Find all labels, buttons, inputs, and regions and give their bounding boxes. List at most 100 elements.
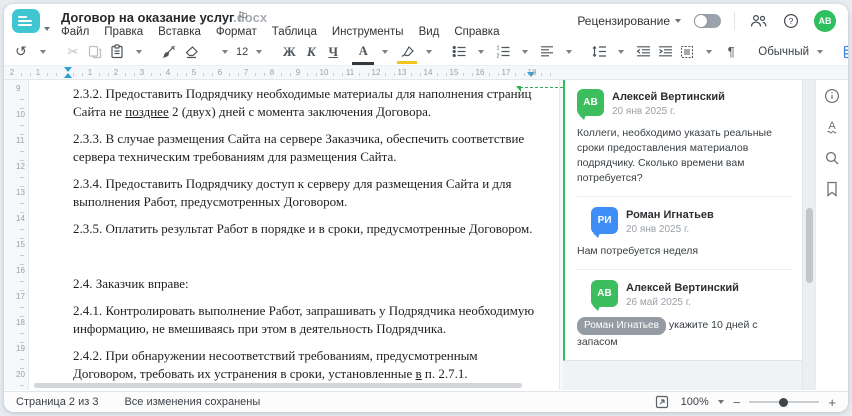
copy-button[interactable] — [85, 41, 105, 63]
menu-item-table[interactable]: Таблица — [272, 26, 317, 38]
comment-date: 26 май 2025 г. — [626, 297, 691, 308]
app-window: Договор на оказание услуг.docx ⚐ Файл Пр… — [4, 4, 848, 412]
italic-button[interactable]: К — [301, 41, 321, 63]
font-color-button[interactable]: А — [352, 41, 375, 65]
paragraph-2-4[interactable]: 2.4. Заказчик вправе: — [73, 275, 540, 293]
paragraph-style-caret[interactable] — [810, 41, 830, 63]
paste-caret[interactable] — [129, 41, 149, 63]
menu-item-edit[interactable]: Правка — [104, 26, 143, 38]
save-status: Все изменения сохранены — [124, 396, 261, 408]
review-toggle[interactable] — [694, 14, 721, 28]
paragraph-2-3-4[interactable]: 2.3.4. Предоставить Подрядчику доступ к … — [73, 175, 540, 210]
mention-chip[interactable]: Роман Игнатьев — [577, 317, 666, 335]
bookmark-icon[interactable] — [822, 179, 842, 199]
menu-bar: Файл Правка Вставка Формат Таблица Инстр… — [61, 26, 500, 38]
numbered-list-caret[interactable] — [515, 41, 535, 63]
search-icon[interactable] — [822, 148, 842, 168]
menu-item-insert[interactable]: Вставка — [158, 26, 201, 38]
favorite-flag-icon[interactable]: ⚐ — [237, 9, 249, 25]
cut-button[interactable]: ✂ — [63, 41, 83, 63]
menu-item-view[interactable]: Вид — [419, 26, 440, 38]
h-ruler: 2 1 1 2 3 4 5 6 7 8 9 10 11 12 13 14 15 16 17 18 — [4, 66, 848, 80]
font-size-caret[interactable] — [249, 41, 269, 63]
undo-button[interactable]: ↺ — [11, 41, 31, 63]
zoom-out-button[interactable]: − — [733, 396, 741, 409]
font-family-caret[interactable] — [215, 41, 235, 63]
horizontal-scrollbar[interactable] — [34, 383, 522, 388]
svg-text:1: 1 — [496, 46, 499, 52]
comment-item: АВ Алексей Вертинский 20 янв 2025 г. Кол… — [577, 89, 792, 186]
comment-anchor-line — [516, 86, 563, 92]
app-menu-caret-icon[interactable] — [44, 18, 50, 36]
paragraph-2-4-2[interactable]: 2.4.2. При обнаружении несоответствий тр… — [73, 347, 540, 382]
comment-text: Коллеги, необходимо указать реальные сро… — [577, 127, 772, 184]
paragraph-borders-button[interactable] — [677, 41, 697, 63]
paste-button[interactable] — [107, 41, 127, 63]
app-logo-icon[interactable] — [12, 9, 40, 33]
zoom-slider[interactable] — [749, 397, 820, 407]
document-page[interactable]: 2.3.2. Предоставить Подрядчику необходим… — [28, 80, 560, 390]
zoom-in-button[interactable]: + — [828, 396, 836, 409]
paragraph-style-select[interactable]: Обычный — [750, 46, 809, 58]
align-button[interactable] — [537, 41, 557, 63]
paragraph-2-4-1[interactable]: 2.4.1. Контролировать выполнение Работ, … — [73, 302, 540, 337]
paragraph-2-3-2[interactable]: 2.3.2. Предоставить Подрядчику необходим… — [73, 85, 540, 120]
zoom-caret[interactable] — [717, 400, 724, 404]
svg-text:2: 2 — [496, 54, 499, 58]
info-icon[interactable] — [822, 86, 842, 106]
spellcheck-icon[interactable]: A — [822, 117, 842, 137]
help-icon[interactable]: ? — [781, 11, 801, 31]
commented-text[interactable]: позднее — [125, 104, 168, 119]
bullet-list-caret[interactable] — [471, 41, 491, 63]
font-size-select[interactable]: 12 — [236, 46, 248, 58]
review-mode-dropdown[interactable]: Рецензирование — [577, 14, 681, 28]
numbered-list-button[interactable]: 12 — [493, 41, 513, 63]
paragraph-2-3-5[interactable]: 2.3.5. Оплатить результат Работ в порядк… — [73, 220, 540, 238]
menu-item-help[interactable]: Справка — [454, 26, 499, 38]
highlight-button[interactable] — [397, 41, 418, 64]
align-caret[interactable] — [559, 41, 579, 63]
line-spacing-caret[interactable] — [611, 41, 631, 63]
comment-date: 20 янв 2025 г. — [612, 106, 676, 117]
comment-thread[interactable]: АВ Алексей Вертинский 20 янв 2025 г. Кол… — [563, 80, 802, 361]
comment-text: Роман Игнатьев укажите 10 дней с запасом — [577, 317, 758, 348]
format-painter-button[interactable] — [159, 41, 179, 63]
zoom-slider-handle[interactable] — [778, 397, 788, 407]
user-avatar[interactable]: АВ — [814, 10, 836, 32]
menu-item-file[interactable]: Файл — [61, 26, 89, 38]
clear-style-button[interactable] — [181, 41, 201, 63]
titlebar: Договор на оказание услуг.docx ⚐ Файл Пр… — [4, 4, 848, 38]
scrollbar-thumb[interactable] — [805, 208, 813, 283]
svg-text:?: ? — [789, 16, 794, 26]
zoom-value[interactable]: 100% — [681, 396, 709, 408]
document-canvas[interactable]: 9 10 11 12 13 14 15 16 17 18 19 20 2.3.2. Предостав… — [4, 80, 563, 390]
menu-item-tools[interactable]: Инструменты — [332, 26, 404, 38]
nonprinting-chars-button[interactable]: ¶ — [721, 41, 741, 63]
paragraph-2-3-3[interactable]: 2.3.3. В случае размещения Сайта на серв… — [73, 130, 540, 165]
underline-button[interactable]: Ч — [323, 41, 343, 63]
format-toolbar: ↺ ✂ Times New ... 12 Ж К Ч А — [4, 38, 848, 66]
bullet-list-button[interactable] — [449, 41, 469, 63]
menu-item-format[interactable]: Формат — [216, 26, 257, 38]
paragraph-borders-caret[interactable] — [699, 41, 719, 63]
highlight-caret[interactable] — [419, 41, 439, 63]
comments-panel: АВ Алексей Вертинский 20 янв 2025 г. Кол… — [563, 80, 802, 390]
insert-table-button[interactable] — [840, 41, 848, 63]
decrease-indent-button[interactable] — [633, 41, 653, 63]
page-indicator[interactable]: Страница 2 из 3 — [16, 396, 98, 408]
undo-caret[interactable] — [33, 41, 53, 63]
line-spacing-button[interactable] — [589, 41, 609, 63]
fit-page-icon[interactable] — [652, 392, 672, 412]
collaborators-icon[interactable] — [748, 11, 768, 31]
left-indent-marker[interactable] — [64, 73, 72, 78]
comment-date: 20 янв 2025 г. — [626, 224, 690, 235]
increase-indent-button[interactable] — [655, 41, 675, 63]
first-line-indent-marker[interactable] — [64, 67, 72, 72]
comment-text: Нам потребуется неделя — [577, 245, 699, 257]
vertical-scrollbar[interactable] — [802, 80, 815, 390]
status-bar: Страница 2 из 3 Все изменения сохранены … — [4, 391, 848, 412]
comment-avatar: АВ — [577, 89, 604, 120]
font-color-caret[interactable] — [375, 41, 395, 63]
font-family-select[interactable]: Times New ... — [210, 46, 214, 58]
bold-button[interactable]: Ж — [279, 41, 299, 63]
